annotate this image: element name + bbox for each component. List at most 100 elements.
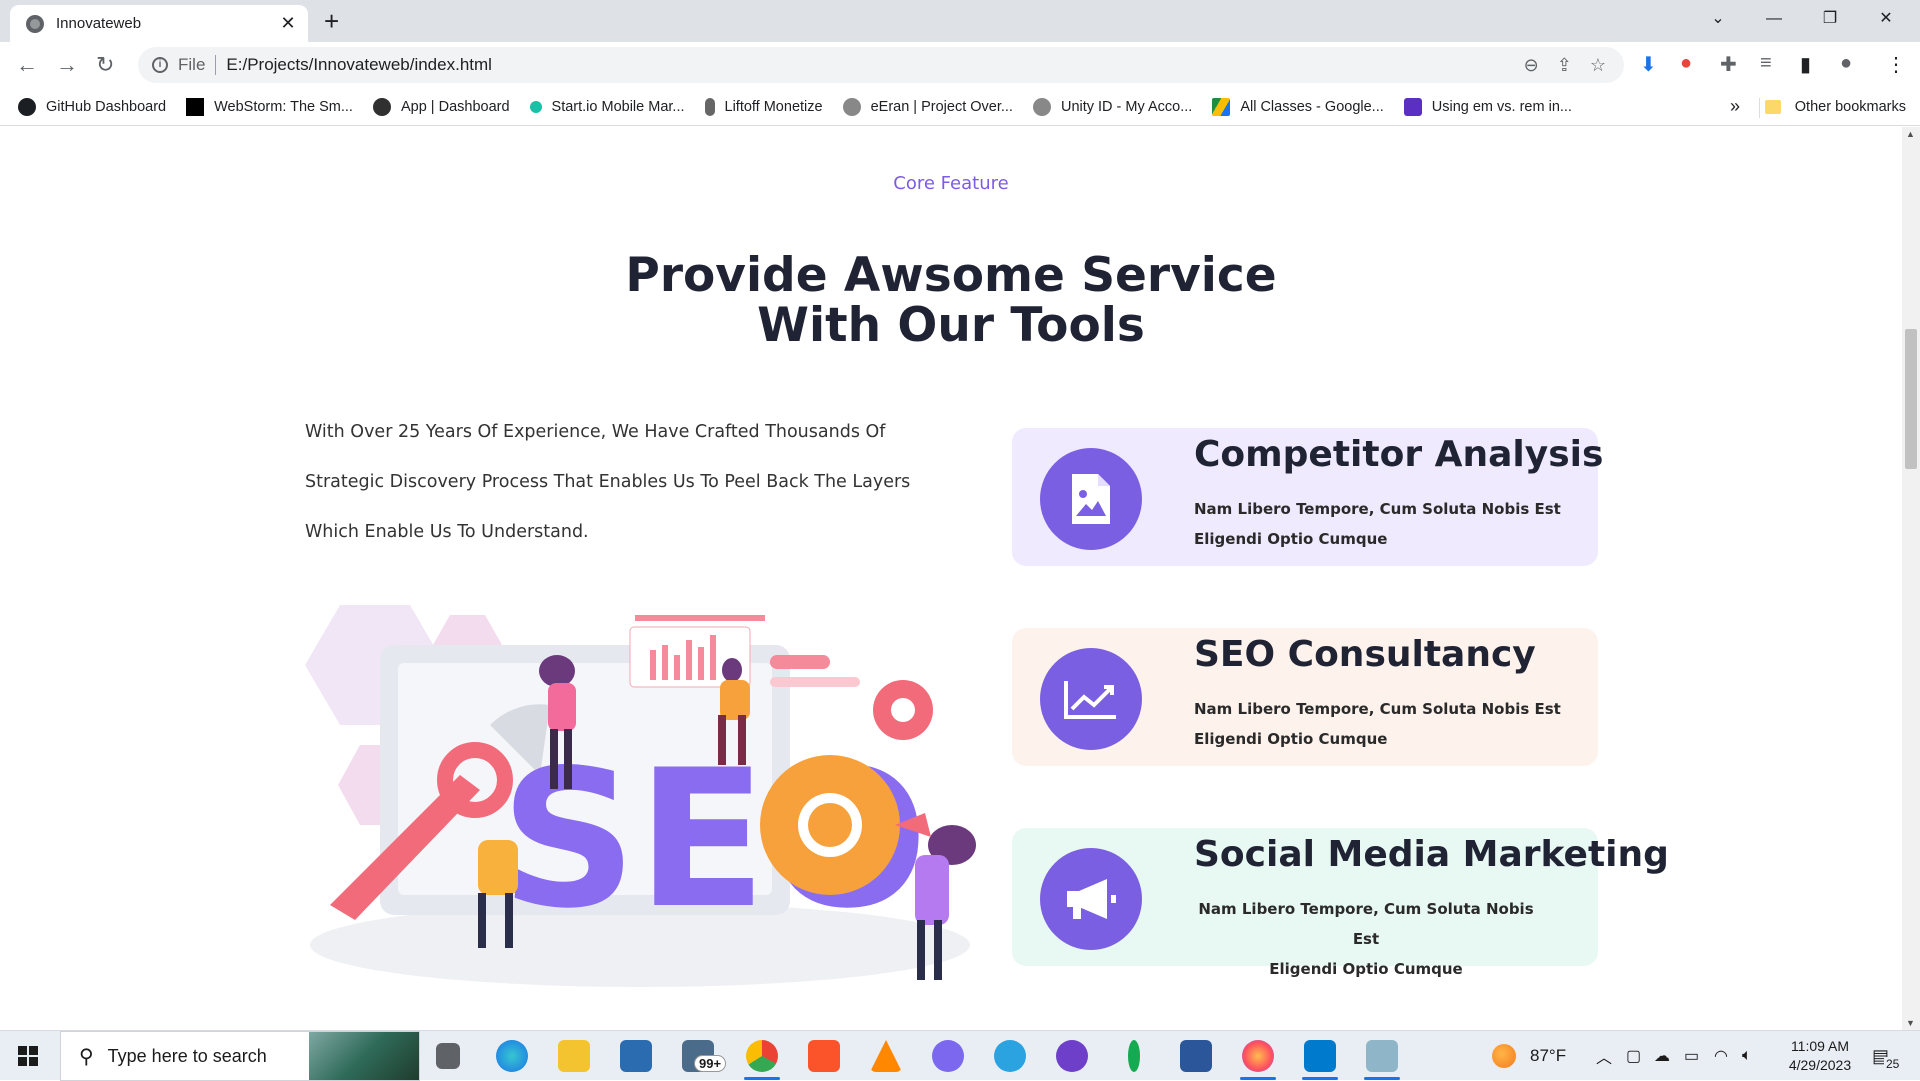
firefox-icon[interactable] (1242, 1040, 1274, 1072)
bookmark-item[interactable]: Start.io Mobile Mar... (529, 98, 685, 115)
seo-illustration: SEO (305, 605, 976, 987)
bookmark-label: All Classes - Google... (1240, 98, 1384, 115)
vscode-icon[interactable] (1304, 1040, 1336, 1072)
notifications-icon[interactable]: ▤ (1872, 1031, 1889, 1081)
card-desc-line: Eligendi Optio Cumque (1269, 960, 1463, 978)
minimize-button[interactable]: — (1746, 0, 1802, 38)
search-icon: ⚲ (79, 1045, 94, 1068)
intro-paragraph: With Over 25 Years Of Experience, We Hav… (305, 422, 911, 542)
close-window-button[interactable]: ✕ (1858, 0, 1914, 38)
feature-card-competitor-analysis[interactable]: Competitor Analysis Nam Libero Tempore, … (1012, 428, 1603, 566)
meet-now-icon[interactable]: ▢ (1626, 1031, 1641, 1081)
other-bookmarks-folder[interactable]: Other bookmarks (1764, 88, 1906, 126)
bookmark-item[interactable]: App | Dashboard (372, 97, 510, 116)
card-desc-line: Nam Libero Tempore, Cum Soluta Nobis Est (1198, 900, 1534, 948)
notepad-icon[interactable] (1366, 1040, 1398, 1072)
google-drive-icon (1212, 97, 1231, 116)
clock-date: 4/29/2023 (1788, 1057, 1852, 1073)
folder-icon (1764, 100, 1781, 114)
section-kicker: Core Feature (893, 173, 1009, 194)
headline-line-1: Provide Awsome Service (625, 248, 1277, 303)
zoom-icon[interactable]: ⊖ (1524, 55, 1539, 76)
taskbar-search[interactable]: ⚲ Type here to search (60, 1031, 420, 1081)
vlc-icon[interactable] (870, 1040, 902, 1072)
bookmark-star-icon[interactable]: ☆ (1590, 55, 1606, 76)
headline-line-2: With Our Tools (757, 298, 1145, 353)
bookmark-item[interactable]: Unity ID - My Acco... (1032, 97, 1193, 116)
github-icon (18, 97, 36, 116)
back-arrow-icon[interactable]: ← (16, 52, 38, 78)
app-icon[interactable] (932, 1040, 964, 1072)
scroll-down-arrow-icon[interactable]: ▼ (1906, 1018, 1915, 1028)
extensions-puzzle-icon[interactable]: ✚ (1720, 52, 1737, 77)
word-icon[interactable] (1180, 1040, 1212, 1072)
bookmark-label: App | Dashboard (400, 98, 510, 115)
info-icon[interactable]: i (152, 57, 168, 73)
feature-card-social-media-marketing[interactable]: Social Media Marketing Nam Libero Tempor… (1012, 828, 1669, 978)
bookmark-label: GitHub Dashboard (46, 98, 167, 115)
bookmark-item[interactable]: Using em vs. rem in... (1403, 97, 1572, 116)
window-controls: ⌄ — ❐ ✕ (1690, 0, 1914, 38)
windows-taskbar: ⚲ Type here to search 99+ 87°F ︿ ▢ ☁ ▭ ◠… (0, 1030, 1920, 1081)
weather-icon[interactable] (1492, 1044, 1516, 1068)
bookmark-item[interactable]: eEran | Project Over... (842, 97, 1013, 116)
feature-card-seo-consultancy[interactable]: SEO Consultancy Nam Libero Tempore, Cum … (1012, 628, 1598, 766)
battery-icon[interactable]: ▭ (1684, 1031, 1699, 1081)
system-clock[interactable]: 11:09 AM 4/29/2023 (1760, 1037, 1880, 1075)
file-explorer-icon[interactable] (558, 1040, 590, 1072)
card-desc-line: Nam Libero Tempore, Cum Soluta Nobis Est (1194, 500, 1561, 518)
card-description: Nam Libero Tempore, Cum Soluta Nobis Est… (1194, 494, 1561, 554)
forward-arrow-icon[interactable]: → (56, 52, 78, 78)
bookmark-item[interactable]: WebStorm: The Sm... (186, 97, 353, 116)
menu-kebab-icon[interactable]: ⋮ (1886, 52, 1906, 77)
address-bar[interactable]: i File E:/Projects/Innovateweb/index.htm… (138, 47, 1624, 83)
unity-icon (842, 97, 861, 116)
chrome-icon[interactable] (746, 1040, 778, 1072)
task-view-icon[interactable] (436, 1043, 460, 1069)
bookmark-label: Start.io Mobile Mar... (551, 98, 685, 115)
onedrive-icon[interactable]: ☁ (1654, 1031, 1670, 1081)
wifi-icon[interactable]: ◠ (1714, 1031, 1728, 1081)
share-icon[interactable]: ⇪ (1557, 55, 1572, 76)
profile-avatar-icon[interactable]: ● (1840, 52, 1852, 75)
windows-start-icon[interactable] (18, 1046, 38, 1066)
card-desc-line: Nam Libero Tempore, Cum Soluta Nobis Est (1194, 700, 1561, 718)
edge-icon[interactable] (496, 1040, 528, 1072)
bookmark-item[interactable]: Liftoff Monetize (704, 97, 823, 116)
card-desc-line: Eligendi Optio Cumque (1194, 530, 1388, 548)
bookmark-label: Unity ID - My Acco... (1060, 98, 1193, 115)
scrollbar-thumb[interactable] (1905, 329, 1917, 469)
bookmark-item[interactable]: GitHub Dashboard (18, 97, 167, 116)
address-scheme: File (178, 55, 206, 74)
telegram-icon[interactable] (994, 1040, 1026, 1072)
mongodb-icon[interactable] (1128, 1040, 1140, 1072)
close-tab-icon[interactable]: ✕ (278, 13, 298, 34)
more-bookmarks-button[interactable]: » (1730, 96, 1740, 117)
new-tab-button[interactable]: + (324, 6, 339, 37)
side-panel-icon[interactable]: ▮ (1800, 52, 1811, 77)
brave-icon[interactable] (808, 1040, 840, 1072)
address-separator (215, 55, 217, 75)
github-desktop-icon[interactable] (1056, 1040, 1088, 1072)
tray-chevron-icon[interactable]: ︿ (1596, 1031, 1612, 1081)
address-url[interactable]: E:/Projects/Innovateweb/index.html (226, 55, 1523, 75)
restore-button[interactable]: ❐ (1802, 0, 1858, 38)
chart-icon (1040, 648, 1142, 750)
bookmark-item[interactable]: All Classes - Google... (1212, 97, 1384, 116)
media-control-icon[interactable]: ≡ (1760, 52, 1772, 75)
section-headline: Provide Awsome Service With Our Tools (0, 251, 1902, 351)
megaphone-icon (1040, 848, 1142, 950)
store-icon[interactable] (620, 1040, 652, 1072)
download-extension-icon[interactable]: ⬇ (1640, 52, 1657, 77)
article-icon (1403, 97, 1422, 116)
volume-icon[interactable]: 🔈︎ (1742, 1031, 1752, 1081)
tab-search-icon[interactable]: ⌄ (1690, 0, 1746, 38)
browser-tab[interactable]: Innovateweb ✕ (10, 5, 308, 42)
card-title: SEO Consultancy (1194, 634, 1536, 675)
unity-icon (1032, 97, 1051, 116)
weather-temp[interactable]: 87°F (1530, 1031, 1566, 1081)
page-scrollbar[interactable]: ▲ ▼ (1902, 127, 1920, 1030)
color-extension-icon[interactable]: ● (1680, 52, 1692, 75)
scroll-up-arrow-icon[interactable]: ▲ (1906, 129, 1915, 139)
reload-icon[interactable]: ↻ (96, 52, 114, 78)
